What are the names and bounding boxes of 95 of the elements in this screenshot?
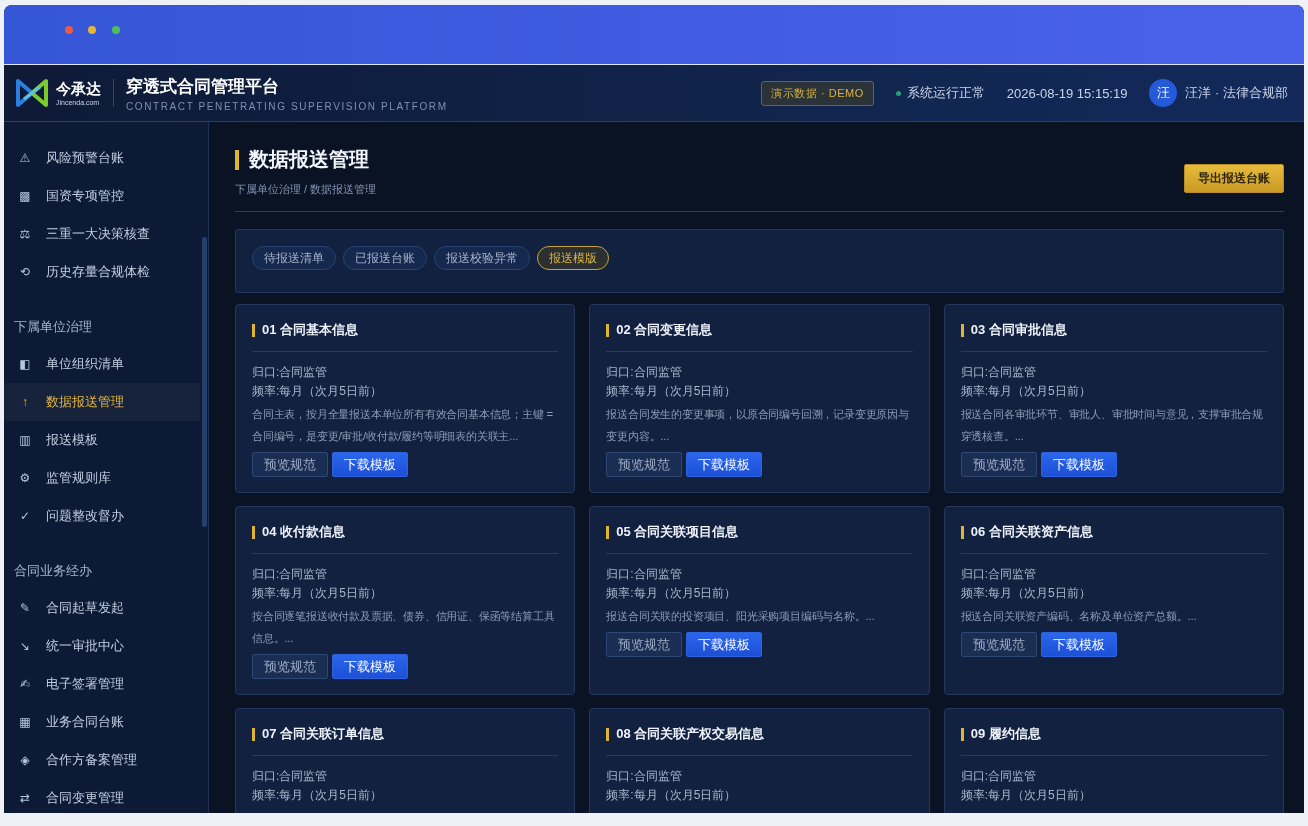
owner-label: 归口:合同监管	[252, 566, 329, 583]
demo-badge: 演示数据 · DEMO	[761, 80, 874, 106]
owner-label: 归口:合同监管	[960, 768, 1037, 785]
frequency-label: 频率:每月（次月5日前）	[606, 585, 738, 602]
system-status: 系统运行正常	[906, 84, 985, 102]
download-button[interactable]: 下载模板	[686, 452, 763, 477]
logo-name: 今承达	[56, 80, 101, 96]
card-description: 报送合同发生的变更事项，以原合同编号回溯，记录变更原因与变更内容。...	[606, 407, 910, 444]
filter-tab[interactable]: 已报送台账	[343, 246, 427, 270]
card-title: 09 履约信息	[970, 725, 1041, 743]
platform-title: 穿透式合同管理平台	[126, 75, 280, 98]
frequency-label: 频率:每月（次月5日前）	[606, 383, 738, 400]
frequency-label: 频率:每月（次月5日前）	[960, 585, 1092, 602]
card-description: 报送合同关联资产编码、名称及单位资产总额。...	[960, 609, 1198, 624]
frequency-label: 频率:每月（次月5日前）	[606, 787, 738, 804]
filter-tab[interactable]: 待报送清单	[252, 246, 336, 270]
preview-button[interactable]: 预览规范	[606, 452, 683, 477]
owner-label: 归口:合同监管	[960, 566, 1037, 583]
window-controls-icon[interactable]	[64, 24, 122, 35]
nav-icon: ✍	[18, 678, 32, 690]
section-heading: 合同业务经办	[13, 562, 93, 580]
user-avatar[interactable]: 汪	[1149, 79, 1178, 107]
nav-icon: ⇄	[18, 792, 32, 804]
platform-subtitle: CONTRACT PENETRATING SUPERVISION PLATFORM	[126, 100, 448, 112]
owner-label: 归口:合同监管	[252, 768, 329, 785]
card-title: 01 合同基本信息	[262, 321, 359, 339]
nav-icon: ↘	[18, 640, 32, 652]
nav-item[interactable]: ⚙ 监管规则库	[4, 459, 200, 497]
card-title: 07 合同关联订单信息	[262, 725, 385, 743]
card-description: 报送合同关联的投资项目、阳光采购项目编码与名称。...	[606, 609, 876, 624]
nav-item[interactable]: ✎ 合同起草发起	[4, 589, 200, 627]
owner-label: 归口:合同监管	[252, 364, 329, 381]
frequency-label: 频率:每月（次月5日前）	[252, 585, 383, 602]
nav-icon: ▩	[18, 190, 32, 202]
preview-button[interactable]: 预览规范	[960, 452, 1037, 477]
nav-icon: ⚙	[18, 472, 32, 484]
nav-item[interactable]: ◈ 合作方备案管理	[4, 741, 200, 779]
card-title: 04 收付款信息	[262, 523, 346, 541]
filter-tab[interactable]: 报送模版	[537, 246, 609, 270]
card-title: 06 合同关联资产信息	[970, 523, 1093, 541]
user-name[interactable]: 汪洋 · 法律合规部	[1185, 84, 1288, 102]
page-title: 数据报送管理	[249, 147, 369, 172]
owner-label: 归口:合同监管	[960, 364, 1037, 381]
frequency-label: 频率:每月（次月5日前）	[252, 383, 383, 400]
download-button[interactable]: 下载模板	[686, 632, 763, 657]
nav-item[interactable]: ⚠ 风险预警台账	[4, 139, 200, 177]
nav-icon: ↑	[18, 396, 32, 408]
owner-label: 归口:合同监管	[606, 768, 683, 785]
nav-item[interactable]: ↘ 统一审批中心	[4, 627, 200, 665]
frequency-label: 频率:每月（次月5日前）	[960, 787, 1092, 804]
card-description: 合同主表，按月全量报送本单位所有有效合同基本信息；主键 = 合同编号，是变更/审批/收付款/履约等明细表的关联主...	[252, 407, 555, 444]
status-dot	[895, 90, 901, 96]
card-title: 02 合同变更信息	[616, 321, 713, 339]
download-button[interactable]: 下载模板	[332, 654, 408, 679]
nav-item[interactable]: ⚖ 三重一大决策核查	[4, 215, 200, 253]
nav-icon: ⟲	[18, 266, 32, 278]
section-heading: 下属单位治理	[13, 318, 93, 336]
nav-item[interactable]: ✓ 问题整改督办	[4, 497, 200, 535]
scrollbar-thumb[interactable]	[202, 237, 207, 527]
card-description: 报送合同各审批环节、审批人、审批时间与意见，支撑审批合规穿透核查。...	[960, 407, 1265, 444]
nav-item[interactable]: ⇄ 合同变更管理	[4, 779, 200, 813]
nav-icon: ▥	[18, 434, 32, 446]
datetime: 2026-08-19 15:15:19	[1006, 85, 1128, 101]
card-title: 05 合同关联项目信息	[616, 523, 739, 541]
nav-item[interactable]: ▥ 报送模板	[4, 421, 200, 459]
nav-icon: ⚖	[18, 228, 32, 240]
frequency-label: 频率:每月（次月5日前）	[960, 383, 1092, 400]
preview-button[interactable]: 预览规范	[252, 654, 328, 679]
download-button[interactable]: 下载模板	[1040, 632, 1117, 657]
preview-button[interactable]: 预览规范	[960, 632, 1037, 657]
preview-button[interactable]: 预览规范	[606, 632, 683, 657]
owner-label: 归口:合同监管	[606, 566, 683, 583]
nav-icon: ✓	[18, 510, 32, 522]
nav-icon: ✎	[18, 602, 32, 614]
card-description: 按合同逐笔报送收付款及票据、债券、信用证、保函等结算工具信息。...	[252, 609, 556, 646]
nav-item[interactable]: ↑ 数据报送管理	[4, 383, 200, 421]
filter-tab[interactable]: 报送校验异常	[434, 246, 530, 270]
nav-icon: ◈	[18, 754, 32, 766]
nav-item[interactable]: ▦ 业务合同台账	[4, 703, 200, 741]
breadcrumb: 下属单位治理 / 数据报送管理	[235, 182, 377, 197]
export-button[interactable]: 导出报送台账	[1184, 164, 1284, 193]
download-button[interactable]: 下载模板	[332, 452, 408, 477]
nav-icon: ◧	[18, 358, 32, 370]
nav-item[interactable]: ✍ 电子签署管理	[4, 665, 200, 703]
frequency-label: 频率:每月（次月5日前）	[252, 787, 383, 804]
nav-item[interactable]: ▩ 国资专项管控	[4, 177, 200, 215]
nav-icon: ▦	[18, 716, 32, 728]
nav-item[interactable]: ◧ 单位组织清单	[4, 345, 200, 383]
card-title: 08 合同关联产权交易信息	[616, 725, 765, 743]
nav-icon: ⚠	[18, 152, 32, 164]
download-button[interactable]: 下载模板	[1040, 452, 1117, 477]
nav-item[interactable]: ⟲ 历史存量合规体检	[4, 253, 200, 291]
card-title: 03 合同审批信息	[970, 321, 1067, 339]
preview-button[interactable]: 预览规范	[252, 452, 328, 477]
owner-label: 归口:合同监管	[606, 364, 683, 381]
